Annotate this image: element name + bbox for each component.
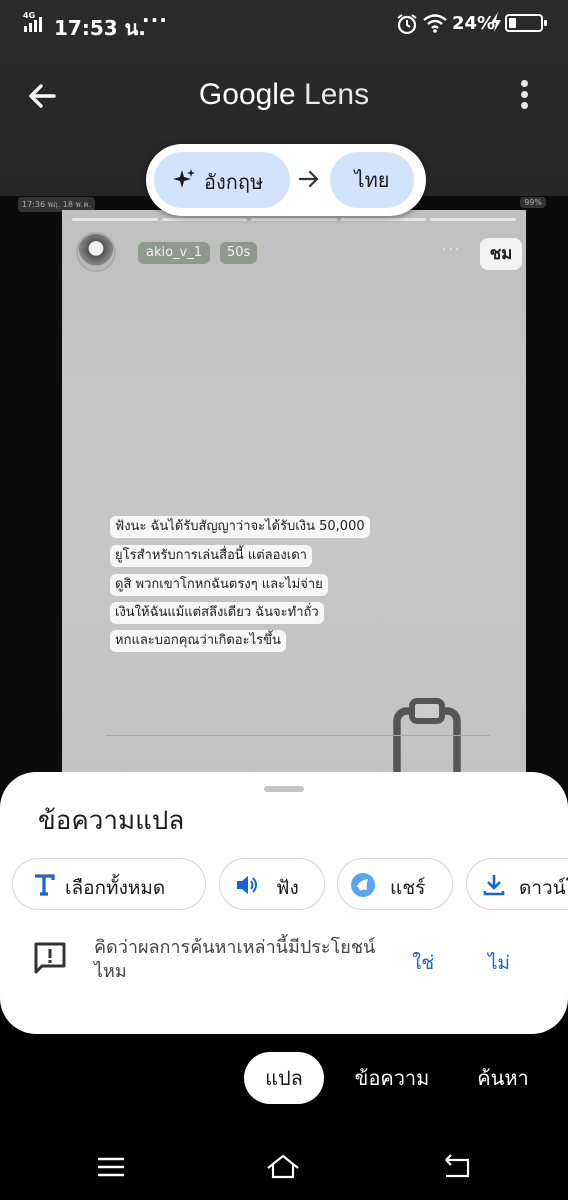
download-button[interactable]: ดาวน์โหลด — [466, 858, 568, 910]
translated-text-sheet: ข้อความแปล เลือกทั้งหมด ฟัง แชร์ ดาวน์ ค… — [0, 772, 568, 1034]
target-language-button[interactable]: ไทย — [330, 152, 414, 208]
listen-button[interactable]: ฟัง — [219, 858, 325, 910]
divider — [106, 735, 490, 736]
caption-line[interactable]: ฟังนะ ฉันได้รับสัญญาว่าจะได้รับเงิน 50,0… — [110, 516, 370, 538]
share-label: แชร์ — [390, 877, 426, 899]
alarm-icon — [397, 14, 417, 35]
post-age-label[interactable]: 50s — [220, 242, 258, 264]
status-bar: 4G 17:53 น. ··· 24% — [0, 0, 568, 52]
source-language-label: อังกฤษ — [204, 170, 264, 194]
charging-icon — [491, 12, 501, 32]
caption-area: ฟังนะ ฉันได้รับสัญญาว่าจะได้รับเงิน 50,0… — [102, 516, 490, 785]
system-navigation-bar — [0, 1134, 568, 1200]
listen-label: ฟัง — [276, 877, 299, 899]
source-language-button[interactable]: อังกฤษ — [154, 152, 290, 208]
speaker-icon — [237, 876, 257, 894]
app-bar: Google Lens — [0, 52, 568, 140]
caption-line[interactable]: หกและบอกคุณว่าเกิดอะไรขึ้น — [110, 630, 286, 652]
caption-line[interactable]: เงินให้ฉันแม้แต่สลึงเดียว ฉันจะทำถั่ว — [110, 602, 324, 624]
svg-text:4G: 4G — [23, 11, 35, 20]
language-selector: อังกฤษ ไทย — [146, 144, 426, 216]
battery-percent: 24% — [452, 13, 496, 34]
tab-text[interactable]: ข้อความ — [344, 1052, 440, 1104]
tab-search[interactable]: ค้นหา — [466, 1052, 540, 1104]
sheet-drag-handle[interactable] — [264, 786, 304, 792]
caption-line[interactable]: ยูโรสำหรับการเล่นสื่อนี้ แต่ลองเดา — [110, 545, 312, 567]
wifi-icon — [423, 14, 447, 33]
story-more-icon: ··· — [442, 242, 462, 258]
sheet-title: ข้อความแปล — [38, 806, 185, 836]
status-time: 17:53 น. — [54, 16, 146, 40]
signal-icon: 4G — [23, 11, 42, 32]
story-frame: akio_v_1 50s ··· ชม ฟังนะ ฉันได้รับสัญญา… — [62, 210, 526, 796]
download-label: ดาวน์โหลด — [519, 877, 568, 899]
battery-icon — [505, 14, 547, 32]
share-app-icon — [351, 873, 375, 897]
more-options-icon[interactable] — [514, 78, 536, 112]
arrow-right-icon — [298, 170, 319, 188]
app-title-brand: Google — [198, 78, 296, 111]
screen: 4G 17:53 น. ··· 24% Google Lens อังกฤษ ไ… — [0, 0, 568, 1200]
recent-apps-icon[interactable] — [94, 1150, 128, 1184]
mode-tabs: แปล ข้อความ ค้นหา — [0, 1050, 568, 1106]
corner-translated-label[interactable]: ชม — [480, 238, 522, 270]
tab-translate[interactable]: แปล — [244, 1052, 324, 1104]
app-title: Google Lens — [0, 78, 568, 112]
select-all-button[interactable]: เลือกทั้งหมด — [12, 858, 206, 910]
image-status-battery: 99% — [520, 197, 546, 208]
translated-image[interactable]: 17:36 พฤ. 18 พ.ค. 99% akio_v_1 50s ··· ช… — [0, 196, 568, 796]
feedback-question: คิดว่าผลการค้นหาเหล่านี้มีประโยชน์ไหม — [94, 937, 376, 982]
feedback-icon — [34, 942, 66, 974]
download-icon — [483, 875, 505, 896]
caption-actions — [382, 696, 472, 785]
share-button[interactable]: แชร์ — [337, 858, 453, 910]
caption-line[interactable]: ดูสิ พวกเขาโกหกฉันตรงๆ และไม่จ่าย — [110, 574, 328, 596]
feedback-no-button[interactable]: ไม่ — [488, 948, 510, 978]
story-progress-bar — [72, 218, 516, 221]
username-label[interactable]: akio_v_1 — [138, 242, 211, 264]
feedback-yes-button[interactable]: ใช่ — [412, 948, 434, 978]
app-title-product: Lens — [304, 78, 370, 111]
home-icon[interactable] — [266, 1150, 300, 1184]
avatar — [76, 232, 116, 272]
select-all-label: เลือกทั้งหมด — [65, 877, 166, 899]
text-t-icon — [35, 874, 55, 896]
sparkle-icon — [173, 169, 195, 188]
status-more-icon: ··· — [142, 8, 168, 32]
back-icon[interactable] — [440, 1150, 474, 1184]
